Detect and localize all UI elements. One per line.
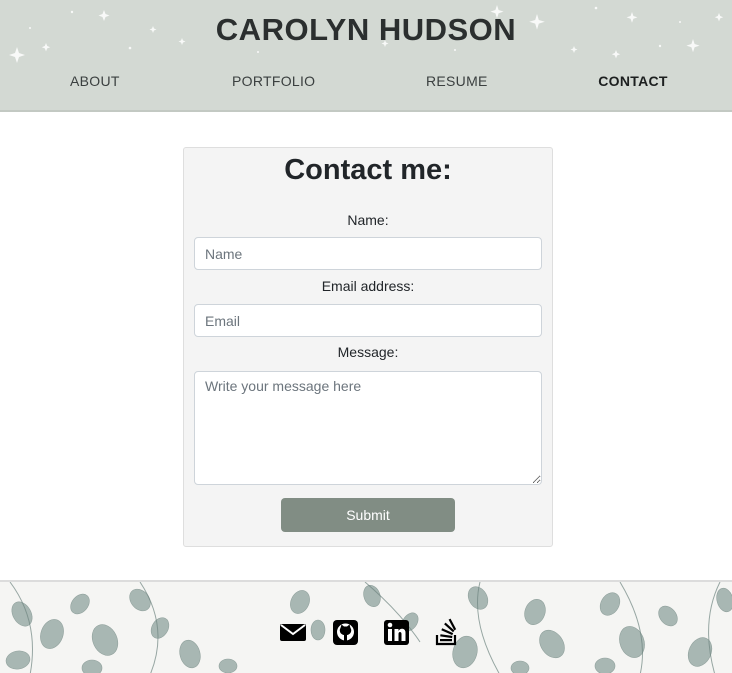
leaf-decoration [5, 582, 732, 673]
nav-portfolio-link[interactable]: PORTFOLIO [232, 73, 315, 89]
site-header: CAROLYN HUDSON ABOUT PORTFOLIO RESUME CO… [0, 0, 732, 112]
contact-form-card: Contact me: Name: Email address: Message… [183, 147, 553, 547]
github-icon[interactable] [332, 618, 360, 646]
message-label: Message: [337, 344, 399, 360]
nav-contact-link[interactable]: CONTACT [598, 73, 668, 89]
message-textarea[interactable] [194, 371, 542, 485]
site-title: CAROLYN HUDSON [215, 12, 517, 47]
name-label: Name: [347, 212, 389, 228]
name-input[interactable] [194, 237, 542, 270]
site-footer [0, 580, 732, 673]
stackoverflow-icon[interactable] [433, 618, 461, 646]
nav-resume-link[interactable]: RESUME [426, 73, 487, 89]
email-label: Email address: [321, 278, 415, 294]
email-input[interactable] [194, 304, 542, 337]
main-nav: ABOUT PORTFOLIO RESUME CONTACT [0, 73, 732, 93]
nav-about-link[interactable]: ABOUT [70, 73, 119, 89]
linkedin-icon[interactable] [383, 618, 411, 646]
envelope-icon[interactable] [279, 618, 307, 646]
submit-button[interactable]: Submit [281, 498, 455, 532]
contact-heading: Contact me: [284, 154, 452, 186]
